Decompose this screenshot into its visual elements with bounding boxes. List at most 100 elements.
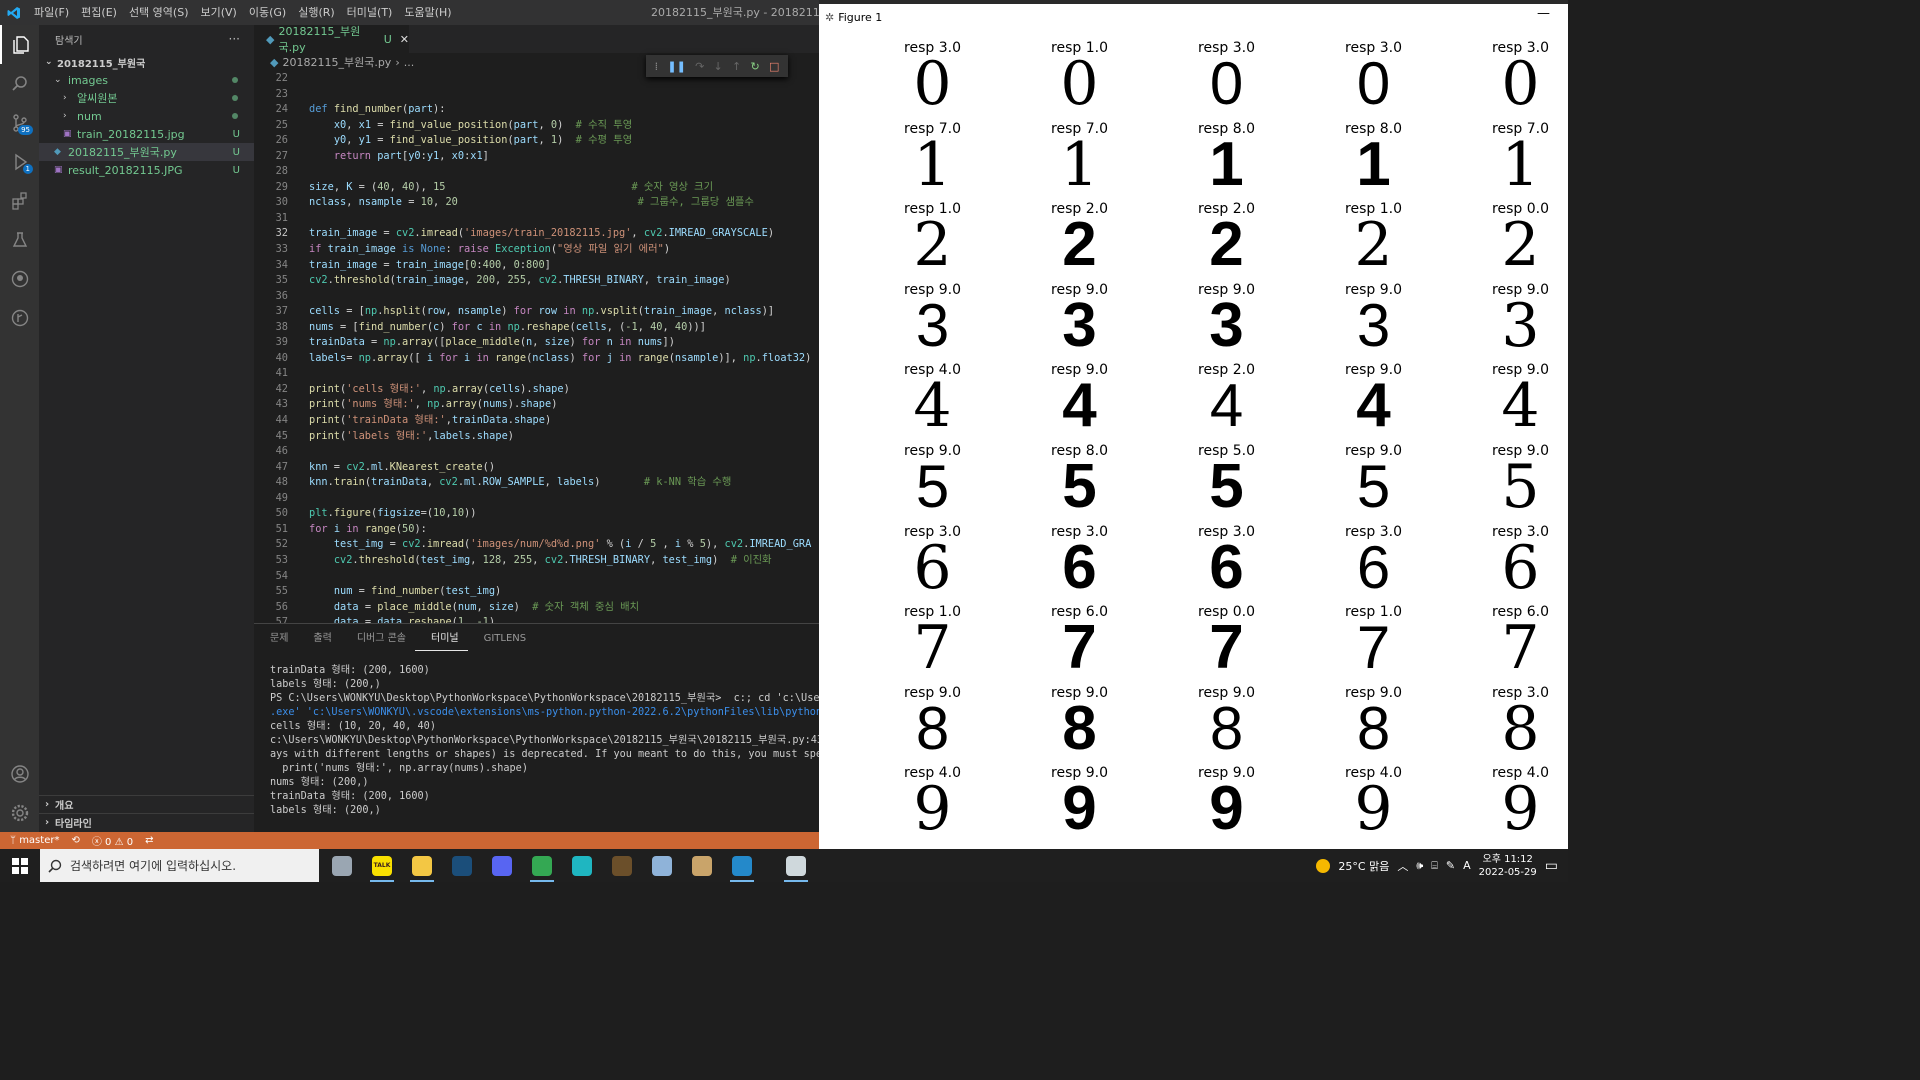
code-line[interactable]: 36 <box>254 289 819 305</box>
code-line[interactable]: 23 <box>254 87 819 103</box>
code-line[interactable]: 24 def find_number(part): <box>254 102 819 118</box>
minimize-icon[interactable]: — <box>1537 6 1550 21</box>
panel-tab[interactable]: 터미널 <box>415 628 468 651</box>
code-line[interactable]: 35 cv2.threshold(train_image, 200, 255, c… <box>254 273 819 289</box>
chevron-up-icon[interactable]: ︿ <box>1397 858 1408 874</box>
app-character-icon[interactable] <box>682 849 722 882</box>
python-figure-icon[interactable] <box>776 849 816 882</box>
code-line[interactable]: 47 knn = cv2.ml.KNearest_create() <box>254 460 819 476</box>
menu-item-3[interactable]: 보기(V) <box>194 0 242 25</box>
panel-tab[interactable]: 출력 <box>297 624 340 654</box>
code-line[interactable]: 53 cv2.threshold(test_img, 128, 255, cv2… <box>254 553 819 569</box>
menu-item-6[interactable]: 터미널(T) <box>341 0 399 25</box>
code-line[interactable]: 25 x0, x1 = find_value_position(part, 0)… <box>254 118 819 134</box>
steam-icon[interactable] <box>442 849 482 882</box>
menu-item-7[interactable]: 도움말(H) <box>398 0 457 25</box>
source-control-icon[interactable]: 95 <box>0 103 39 142</box>
explorer-icon[interactable] <box>0 25 39 64</box>
code-line[interactable]: 42 print('cells 형태:', np.array(cells).sha… <box>254 382 819 398</box>
code-line[interactable]: 28 <box>254 164 819 180</box>
tab-active-file[interactable]: ◆ 20182115_부원국.py U ✕ <box>254 25 409 54</box>
code-line[interactable]: 54 <box>254 569 819 585</box>
code-line[interactable]: 38 nums = [find_number(c) for c in np.res… <box>254 320 819 336</box>
code-line[interactable]: 55 num = find_number(test_img) <box>254 584 819 600</box>
problems-indicator[interactable]: ⓧ 0 ⚠ 0 <box>92 833 133 848</box>
code-line[interactable]: 29 size, K = (40, 40), 15 # 숫자 영상 크기 <box>254 180 819 196</box>
code-line[interactable]: 40 labels= np.array([ i for i in range(nc… <box>254 351 819 367</box>
code-line[interactable]: 37 cells = [np.hsplit(row, nsample) for r… <box>254 304 819 320</box>
tree-item[interactable]: ▣ train_20182115.jpg U <box>39 125 254 143</box>
code-line[interactable]: 32 train_image = cv2.imread('images/train… <box>254 226 819 242</box>
code-line[interactable]: 50 plt.figure(figsize=(10,10)) <box>254 506 819 522</box>
panel-tab[interactable]: 문제 <box>254 624 297 654</box>
code-line[interactable]: 26 y0, y1 = find_value_position(part, 1)… <box>254 133 819 149</box>
code-line[interactable]: 22 <box>254 71 819 87</box>
extensions-icon[interactable] <box>0 181 39 220</box>
code-line[interactable]: 52 test_img = cv2.imread('images/num/%d%… <box>254 537 819 553</box>
branch-indicator[interactable]: ᛘ master* <box>10 835 59 846</box>
run-debug-icon[interactable]: 1 <box>0 142 39 181</box>
code-line[interactable]: 33 if train_image is None: raise Exceptio… <box>254 242 819 258</box>
terminal-output[interactable]: trainData 형태: (200, 1600) labels 형태: (200… <box>254 654 819 818</box>
kakaotalk-icon[interactable]: TALK <box>362 849 402 882</box>
settings-gear-icon[interactable] <box>0 793 39 832</box>
discord-icon[interactable] <box>482 849 522 882</box>
code-line[interactable]: 46 <box>254 444 819 460</box>
notification-icon[interactable]: ▭ <box>1545 858 1558 874</box>
speaker-icon[interactable]: 🕪 <box>1416 859 1423 873</box>
taskbar-search[interactable]: 검색하려면 여기에 입력하십시오. <box>40 849 319 882</box>
code-line[interactable]: 56 data = place_middle(num, size) # 숫자 객… <box>254 600 819 616</box>
ime-indicator[interactable]: A <box>1463 859 1471 872</box>
task-view-icon[interactable] <box>322 849 362 882</box>
code-line[interactable]: 48 knn.train(trainData, cv2.ml.ROW_SAMPLE… <box>254 475 819 491</box>
close-icon[interactable]: ✕ <box>400 33 409 46</box>
code-line[interactable]: 41 <box>254 366 819 382</box>
code-line[interactable]: 43 print('nums 형태:', np.array(nums).shape… <box>254 397 819 413</box>
gitlens-icon[interactable] <box>0 298 39 337</box>
breadcrumb-symbol[interactable]: ... <box>404 56 415 69</box>
menu-item-4[interactable]: 이동(G) <box>243 0 292 25</box>
tree-item[interactable]: › 알씨원본 <box>39 89 254 107</box>
panel-tab[interactable]: 디버그 콘솔 <box>341 624 415 654</box>
menu-item-2[interactable]: 선택 영역(S) <box>123 0 195 25</box>
code-line[interactable]: 45 print('labels 형태:',labels.shape) <box>254 429 819 445</box>
network-icon[interactable]: ⌸ <box>1431 859 1438 873</box>
weather-label[interactable]: 25°C 맑음 <box>1338 858 1389 874</box>
outline-section[interactable]: › 개요 <box>39 795 254 813</box>
menu-item-1[interactable]: 편집(E) <box>75 0 123 25</box>
code-line[interactable]: 49 <box>254 491 819 507</box>
tree-item[interactable]: ◆ 20182115_부원국.py U <box>39 143 254 161</box>
search-icon[interactable] <box>0 64 39 103</box>
workspace-root[interactable]: ⌄ 20182115_부원국 <box>39 53 254 71</box>
breadcrumb-file[interactable]: 20182115_부원국.py <box>282 54 391 70</box>
app-dark-icon[interactable] <box>602 849 642 882</box>
panel-tab[interactable]: GITLENS <box>468 624 536 654</box>
tree-item[interactable]: ⌄ images <box>39 71 254 89</box>
clock[interactable]: 오후 11:12 2022-05-29 <box>1479 853 1537 879</box>
testing-flask-icon[interactable] <box>0 220 39 259</box>
code-line[interactable]: 57 data = data.reshape(1, -1) <box>254 615 819 623</box>
code-line[interactable]: 30 nclass, nsample = 10, 20 # 그룹수, 그룹당 샘플… <box>254 195 819 211</box>
code-line[interactable]: 34 train_image = train_image[0:400, 0:800… <box>254 258 819 274</box>
timeline-section[interactable]: › 타임라인 <box>39 813 254 831</box>
windows-start-icon[interactable] <box>0 849 40 882</box>
menu-item-0[interactable]: 파일(F) <box>28 0 75 25</box>
chrome-icon[interactable] <box>522 849 562 882</box>
menu-item-5[interactable]: 실행(R) <box>292 0 340 25</box>
code-line[interactable]: 27 return part[y0:y1, x0:x1] <box>254 149 819 165</box>
code-line[interactable]: 31 <box>254 211 819 227</box>
more-actions-icon[interactable]: ··· <box>229 32 240 46</box>
code-line[interactable]: 39 trainData = np.array([place_middle(n, … <box>254 335 819 351</box>
account-icon[interactable] <box>0 754 39 793</box>
sync-icon[interactable]: ⟲ <box>71 835 79 846</box>
app-teal-icon[interactable] <box>562 849 602 882</box>
vscode-icon[interactable] <box>722 849 762 882</box>
pen-icon[interactable]: ✎ <box>1446 859 1455 872</box>
file-explorer-icon[interactable] <box>402 849 442 882</box>
tree-item[interactable]: ▣ result_20182115.JPG U <box>39 161 254 179</box>
code-editor[interactable]: 22 23 24 def find_number(part): 25 x0, x1 = … <box>254 71 819 623</box>
live-share-icon[interactable]: ⇄ <box>145 835 153 846</box>
tree-item[interactable]: › num <box>39 107 254 125</box>
code-line[interactable]: 51 for i in range(50): <box>254 522 819 538</box>
app-glass-icon[interactable] <box>642 849 682 882</box>
